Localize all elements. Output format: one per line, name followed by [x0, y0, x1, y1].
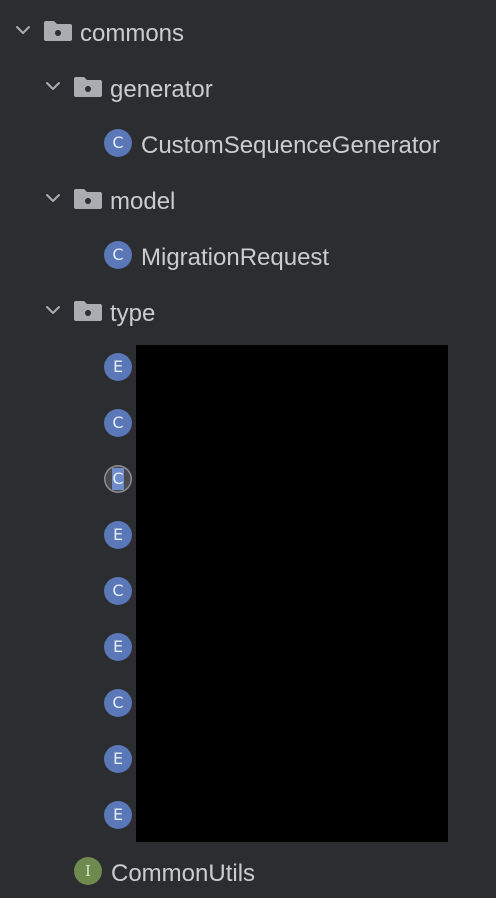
tree-node-model[interactable]: model	[0, 171, 496, 227]
package-folder-icon	[44, 21, 72, 41]
enum-icon: E	[104, 521, 132, 549]
tree-node-label: CustomSequenceGenerator	[141, 132, 440, 159]
package-folder-icon	[74, 301, 102, 321]
class-icon: C	[104, 409, 132, 437]
text-selection: C	[112, 468, 124, 490]
enum-icon: E	[104, 353, 132, 381]
chevron-down-icon[interactable]	[44, 77, 62, 95]
tree-node-type[interactable]: type	[0, 283, 496, 339]
tree-node-label: commons	[80, 20, 185, 47]
class-icon: C	[104, 689, 132, 717]
enum-icon: E	[104, 633, 132, 661]
redaction-block	[136, 345, 448, 842]
tree-node-label: CommonUtils	[111, 860, 256, 887]
tree-node-custom-sequence-generator[interactable]: C CustomSequenceGenerator	[0, 115, 496, 171]
tree-node-common-utils[interactable]: I CommonUtils	[0, 843, 496, 898]
tree-node-commons[interactable]: commons	[0, 3, 496, 59]
chevron-down-icon[interactable]	[44, 189, 62, 207]
package-folder-icon	[74, 189, 102, 209]
chevron-down-icon[interactable]	[44, 301, 62, 319]
tree-node-migration-request[interactable]: C MigrationRequest	[0, 227, 496, 283]
project-tree: commons generator C CustomSequenceGenera…	[0, 0, 496, 898]
tree-node-label: model	[110, 188, 176, 215]
tree-node-generator[interactable]: generator	[0, 59, 496, 115]
class-icon: C	[104, 465, 132, 493]
class-icon: C	[104, 577, 132, 605]
enum-icon: E	[104, 801, 132, 829]
package-folder-icon	[74, 77, 102, 97]
enum-icon: E	[104, 745, 132, 773]
class-icon: C	[104, 129, 132, 157]
interface-icon: I	[74, 857, 102, 885]
class-icon: C	[104, 241, 132, 269]
tree-node-label: MigrationRequest	[141, 244, 330, 271]
tree-node-label: generator	[110, 76, 213, 103]
tree-node-label: type	[110, 300, 156, 327]
chevron-down-icon[interactable]	[14, 21, 32, 39]
